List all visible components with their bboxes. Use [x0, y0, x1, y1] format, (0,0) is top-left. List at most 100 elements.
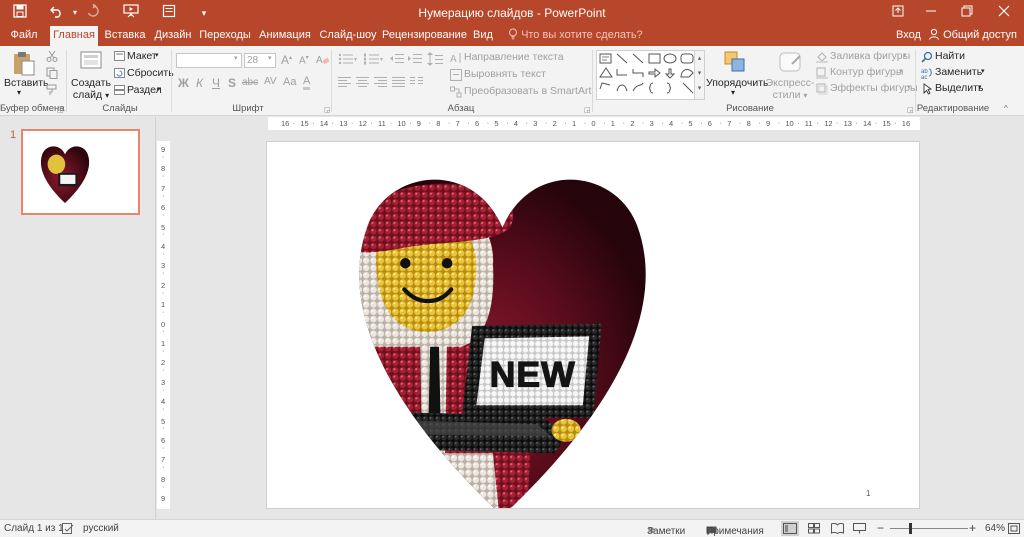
quick-styles-label-2[interactable]: стили ▾: [764, 89, 816, 101]
layout-button[interactable]: Макет: [127, 50, 157, 62]
align-text-button[interactable]: Выровнять текст: [464, 68, 546, 80]
strikethrough-icon[interactable]: abc: [242, 77, 258, 88]
zoom-slider-track[interactable]: [890, 528, 968, 529]
select-button[interactable]: Выделить: [935, 82, 983, 94]
columns-icon[interactable]: [410, 76, 424, 91]
smartart-icon[interactable]: [450, 86, 462, 101]
zoom-slider-thumb[interactable]: [909, 523, 912, 534]
font-size-dropdown-icon[interactable]: ▾: [268, 54, 272, 62]
clipboard-launcher-icon[interactable]: ◲: [57, 106, 64, 114]
zoom-level[interactable]: 64%: [985, 523, 1005, 534]
shadow-icon[interactable]: S: [228, 76, 236, 90]
slide-canvas[interactable]: NEW 1: [266, 141, 920, 509]
zoom-in-icon[interactable]: +: [969, 521, 976, 535]
replace-button[interactable]: Заменить: [935, 66, 982, 78]
replace-icon[interactable]: ab ac: [921, 67, 933, 82]
increase-font-icon[interactable]: A▴: [281, 53, 292, 67]
language-indicator[interactable]: русский: [83, 523, 119, 534]
reading-view-icon[interactable]: [831, 522, 844, 537]
font-name-combo[interactable]: [176, 53, 242, 68]
section-icon[interactable]: [114, 85, 125, 98]
clear-formatting-icon[interactable]: A: [316, 53, 330, 69]
tab-slideshow[interactable]: Слайд-шоу: [318, 26, 378, 46]
text-direction-button[interactable]: Направление текста: [464, 51, 564, 63]
align-right-icon[interactable]: [374, 76, 388, 91]
slide-indicator[interactable]: Слайд 1 из 1: [4, 523, 64, 534]
line-spacing-icon[interactable]: [427, 52, 445, 69]
change-case-icon[interactable]: Aa: [283, 76, 296, 88]
slideshow-view-icon[interactable]: [853, 523, 866, 537]
shape-fill-icon[interactable]: [816, 51, 828, 66]
copy-icon[interactable]: [46, 67, 58, 82]
new-slide-label-1[interactable]: Создать: [70, 77, 112, 89]
decrease-indent-icon[interactable]: [390, 53, 404, 68]
tab-insert[interactable]: Вставка: [102, 26, 148, 46]
select-cursor-icon[interactable]: [921, 83, 933, 98]
replace-dropdown-icon[interactable]: ▾: [981, 67, 985, 75]
tab-view[interactable]: Вид: [470, 26, 496, 46]
close-icon[interactable]: [984, 0, 1024, 26]
bullets-icon[interactable]: ▾: [338, 53, 360, 68]
align-text-icon[interactable]: [450, 69, 462, 84]
reset-icon[interactable]: [114, 68, 125, 81]
font-color-icon[interactable]: A: [303, 76, 311, 90]
shapes-gallery[interactable]: [596, 50, 704, 100]
drawing-launcher-icon[interactable]: ◲: [907, 106, 914, 114]
new-slide-label-2[interactable]: слайд ▾: [70, 89, 112, 101]
tab-transitions[interactable]: Переходы: [198, 26, 252, 46]
tab-review[interactable]: Рецензирование: [382, 26, 467, 46]
tab-design[interactable]: Дизайн: [150, 26, 196, 46]
pane-splitter[interactable]: [155, 117, 156, 519]
fit-slide-icon[interactable]: [1008, 523, 1020, 537]
underline-icon[interactable]: Ч: [212, 76, 220, 90]
shape-outline-button[interactable]: Контур фигуры: [830, 66, 903, 78]
shapes-gallery-scroll[interactable]: ▴ ▾ ▾: [694, 50, 705, 100]
signin-link[interactable]: Вход: [896, 26, 921, 46]
shape-effects-dropdown-icon[interactable]: ▾: [907, 83, 911, 91]
horizontal-ruler[interactable]: 16 · 15 · 14 · 13 · 12 · 11 · 10 · 9 · 8 · 7 · 6 · 5 · 4 · 3 · 2 · 1 · 0…: [268, 117, 920, 130]
shape-outline-icon[interactable]: [816, 67, 828, 82]
tab-animations[interactable]: Анимация: [256, 26, 314, 46]
select-dropdown-icon[interactable]: ▾: [978, 83, 982, 91]
decrease-font-icon[interactable]: A▾: [299, 54, 309, 66]
smartart-button[interactable]: Преобразовать в SmartArt: [464, 85, 591, 97]
arrange-dropdown-icon[interactable]: ▾: [731, 88, 735, 97]
character-spacing-icon[interactable]: AV: [264, 76, 277, 87]
paragraph-launcher-icon[interactable]: ◲: [584, 106, 591, 114]
heart-picture[interactable]: NEW: [267, 142, 919, 508]
find-icon[interactable]: [921, 51, 933, 66]
align-center-icon[interactable]: [356, 76, 370, 91]
shape-fill-dropdown-icon[interactable]: ▾: [903, 51, 907, 59]
restore-icon[interactable]: [947, 0, 987, 26]
section-dropdown-icon[interactable]: ▾: [157, 85, 161, 93]
vertical-ruler[interactable]: 9 · 8 · 7 · 6 · 5 · 4 · 3 · 2 · 1 · 0 · 1 · 2 · 3 · 4 · 5 · 6 · 7 · 8 · 9: [157, 141, 170, 509]
share-button[interactable]: Общий доступ: [928, 26, 1017, 46]
arrange-button[interactable]: Упорядочить: [706, 77, 768, 89]
collapse-ribbon-icon[interactable]: ^: [1004, 104, 1008, 113]
align-left-icon[interactable]: [338, 76, 352, 91]
slide-thumbnail[interactable]: [21, 129, 140, 215]
tell-me-search[interactable]: Что вы хотите сделать?: [508, 26, 643, 46]
italic-icon[interactable]: К: [196, 76, 203, 90]
quick-styles-icon[interactable]: [778, 50, 804, 77]
paste-button[interactable]: Вставить: [4, 77, 49, 89]
spelling-icon[interactable]: [62, 523, 74, 537]
font-name-dropdown-icon[interactable]: ▾: [234, 54, 238, 62]
layout-dropdown-icon[interactable]: ▾: [155, 51, 159, 59]
shape-outline-dropdown-icon[interactable]: ▾: [899, 67, 903, 75]
tab-home[interactable]: Главная: [50, 26, 98, 46]
minimize-icon[interactable]: [911, 0, 951, 26]
cut-icon[interactable]: [46, 50, 58, 65]
zoom-out-icon[interactable]: −: [877, 521, 884, 535]
new-slide-icon[interactable]: [80, 50, 102, 75]
paste-dropdown-icon[interactable]: ▾: [17, 88, 21, 97]
shape-fill-button[interactable]: Заливка фигуры: [830, 50, 910, 62]
text-direction-icon[interactable]: A: [450, 52, 462, 67]
quick-styles-label-1[interactable]: Экспресс-: [764, 77, 816, 89]
shape-effects-button[interactable]: Эффекты фигуры: [830, 82, 918, 94]
justify-icon[interactable]: [392, 76, 406, 91]
arrange-icon[interactable]: [723, 50, 747, 77]
bold-icon[interactable]: Ж: [178, 76, 189, 90]
paste-icon[interactable]: [12, 50, 36, 79]
reset-button[interactable]: Сбросить: [127, 67, 174, 79]
